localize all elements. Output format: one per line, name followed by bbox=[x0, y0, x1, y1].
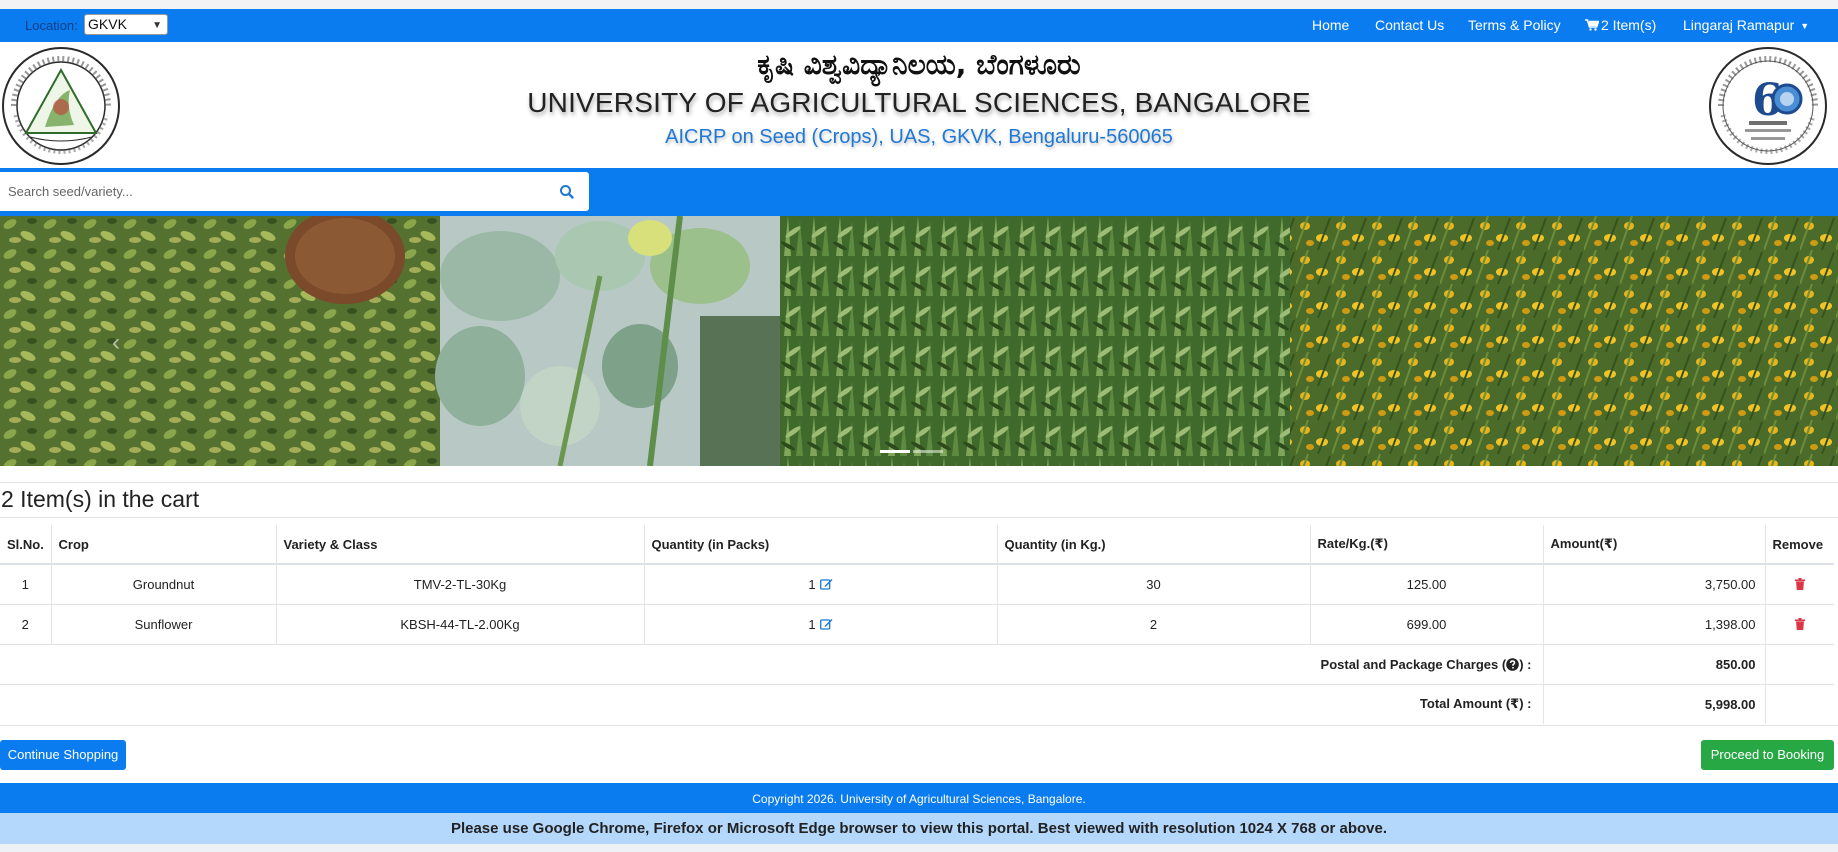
cell-packs: 1 bbox=[644, 563, 998, 604]
table-header-row: Sl.No. Crop Variety & Class Quantity (in… bbox=[0, 525, 1834, 565]
cell-rate: 125.00 bbox=[1310, 563, 1544, 604]
cell-remove bbox=[1765, 563, 1834, 604]
column-header: Quantity (in Kg.) bbox=[997, 525, 1311, 565]
cell-kg: 2 bbox=[997, 603, 1311, 644]
cell-variety: KBSH-44-TL-2.00Kg bbox=[276, 603, 645, 644]
cart-icon bbox=[1585, 18, 1600, 31]
title-english: UNIVERSITY OF AGRICULTURAL SCIENCES, BAN… bbox=[527, 87, 1311, 118]
column-header: Sl.No. bbox=[0, 525, 52, 565]
cell-kg: 30 bbox=[997, 563, 1311, 604]
postal-label-text: Postal and Package Charges ( bbox=[1320, 656, 1507, 672]
cart-heading: 2 Item(s) in the cart bbox=[1, 486, 200, 512]
cell-rate: 699.00 bbox=[1310, 603, 1544, 644]
column-header: Amount(₹) bbox=[1543, 525, 1766, 565]
cell-crop: Sunflower bbox=[51, 603, 277, 644]
cart-table: Sl.No. Crop Variety & Class Quantity (in… bbox=[0, 525, 1834, 724]
divider bbox=[0, 517, 1838, 518]
cell-packs: 1 bbox=[644, 603, 998, 644]
postal-charges-value: 850.00 bbox=[1543, 643, 1766, 684]
question-circle-icon[interactable] bbox=[1506, 657, 1520, 671]
image-carousel: ‹ bbox=[0, 216, 1838, 466]
caret-down-icon: ▼ bbox=[1800, 21, 1810, 31]
packs-value: 1 bbox=[808, 616, 816, 632]
cell-sl-no: 1 bbox=[0, 563, 52, 604]
edit-icon[interactable] bbox=[819, 578, 833, 590]
column-header: Crop bbox=[51, 525, 277, 565]
subtitle: AICRP on Seed (Crops), UAS, GKVK, Bengal… bbox=[665, 126, 1173, 148]
cell-variety: TMV-2-TL-30Kg bbox=[276, 563, 645, 604]
carousel-image bbox=[0, 216, 1838, 466]
trash-icon[interactable] bbox=[1794, 577, 1805, 590]
diamond-jubilee-logo: 6 bbox=[1707, 45, 1829, 167]
search-input[interactable] bbox=[0, 172, 550, 211]
total-value: 5,998.00 bbox=[1543, 683, 1766, 724]
nav-contact-link[interactable]: Contact Us bbox=[1375, 17, 1444, 33]
carousel-indicator[interactable] bbox=[913, 450, 943, 453]
nav-home-link[interactable]: Home bbox=[1312, 17, 1349, 33]
user-name: Lingaraj Ramapur bbox=[1683, 17, 1795, 33]
edit-icon[interactable] bbox=[819, 618, 833, 630]
empty-cell bbox=[1765, 643, 1834, 684]
chevron-down-icon: ▼ bbox=[152, 20, 162, 31]
footer-copyright: Copyright 2026. University of Agricultur… bbox=[0, 783, 1838, 813]
search-box bbox=[0, 172, 589, 211]
cell-amount: 3,750.00 bbox=[1543, 563, 1766, 604]
packs-value: 1 bbox=[808, 576, 816, 592]
trash-icon[interactable] bbox=[1794, 617, 1805, 630]
location-label: Location: bbox=[25, 18, 78, 33]
column-header: Quantity (in Packs) bbox=[644, 525, 998, 565]
search-icon[interactable] bbox=[558, 183, 576, 201]
divider bbox=[0, 482, 1838, 483]
cell-remove bbox=[1765, 603, 1834, 644]
postal-label-end: ) : bbox=[1519, 656, 1532, 672]
postal-charges-row: Postal and Package Charges ( ) : 850.00 bbox=[0, 643, 1834, 684]
divider bbox=[0, 725, 1838, 726]
search-bar-band bbox=[0, 168, 1838, 216]
browser-top-strip bbox=[0, 0, 1838, 9]
nav-terms-link[interactable]: Terms & Policy bbox=[1468, 17, 1561, 33]
cell-crop: Groundnut bbox=[51, 563, 277, 604]
column-header: Variety & Class bbox=[276, 525, 645, 565]
site-header: ಕೃಷಿ ವಿಶ್ವವಿದ್ಯಾನಿಲಯ, ಬೆಂಗಳೂರು UNIVERSIT… bbox=[0, 42, 1838, 168]
total-row: Total Amount (₹) : 5,998.00 bbox=[0, 683, 1834, 724]
nav-cart-link[interactable]: 2 Item(s) bbox=[1585, 17, 1656, 33]
total-label: Total Amount (₹) : bbox=[0, 683, 1544, 724]
top-navbar: Location: GKVK ▼ Home Contact Us Terms &… bbox=[0, 9, 1838, 42]
title-kannada: ಕೃಷಿ ವಿಶ್ವವಿದ್ಯಾನಿಲಯ, ಬೆಂಗಳೂರು bbox=[757, 48, 1081, 81]
location-select[interactable]: GKVK ▼ bbox=[84, 14, 168, 35]
continue-shopping-button[interactable]: Continue Shopping bbox=[0, 740, 126, 770]
cell-sl-no: 2 bbox=[0, 603, 52, 644]
cell-amount: 1,398.00 bbox=[1543, 603, 1766, 644]
carousel-indicator[interactable] bbox=[880, 450, 910, 453]
chevron-left-icon[interactable]: ‹ bbox=[112, 329, 120, 357]
bottom-strip bbox=[0, 844, 1838, 852]
column-header: Remove bbox=[1765, 525, 1834, 565]
column-header: Rate/Kg.(₹) bbox=[1310, 525, 1544, 565]
empty-cell bbox=[1765, 683, 1834, 724]
cart-count: 2 Item(s) bbox=[1601, 17, 1657, 33]
table-row: 1 Groundnut TMV-2-TL-30Kg 1 30 125.00 3,… bbox=[0, 563, 1834, 604]
location-select-value: GKVK bbox=[88, 16, 127, 32]
user-menu[interactable]: Lingaraj Ramapur ▼ bbox=[1683, 17, 1809, 33]
carousel-indicators bbox=[880, 440, 946, 458]
table-row: 2 Sunflower KBSH-44-TL-2.00Kg 1 2 699.00… bbox=[0, 603, 1834, 644]
browser-note: Please use Google Chrome, Firefox or Mic… bbox=[0, 813, 1838, 844]
postal-charges-label: Postal and Package Charges ( ) : bbox=[0, 643, 1544, 684]
proceed-to-booking-button[interactable]: Proceed to Booking bbox=[1701, 740, 1834, 770]
